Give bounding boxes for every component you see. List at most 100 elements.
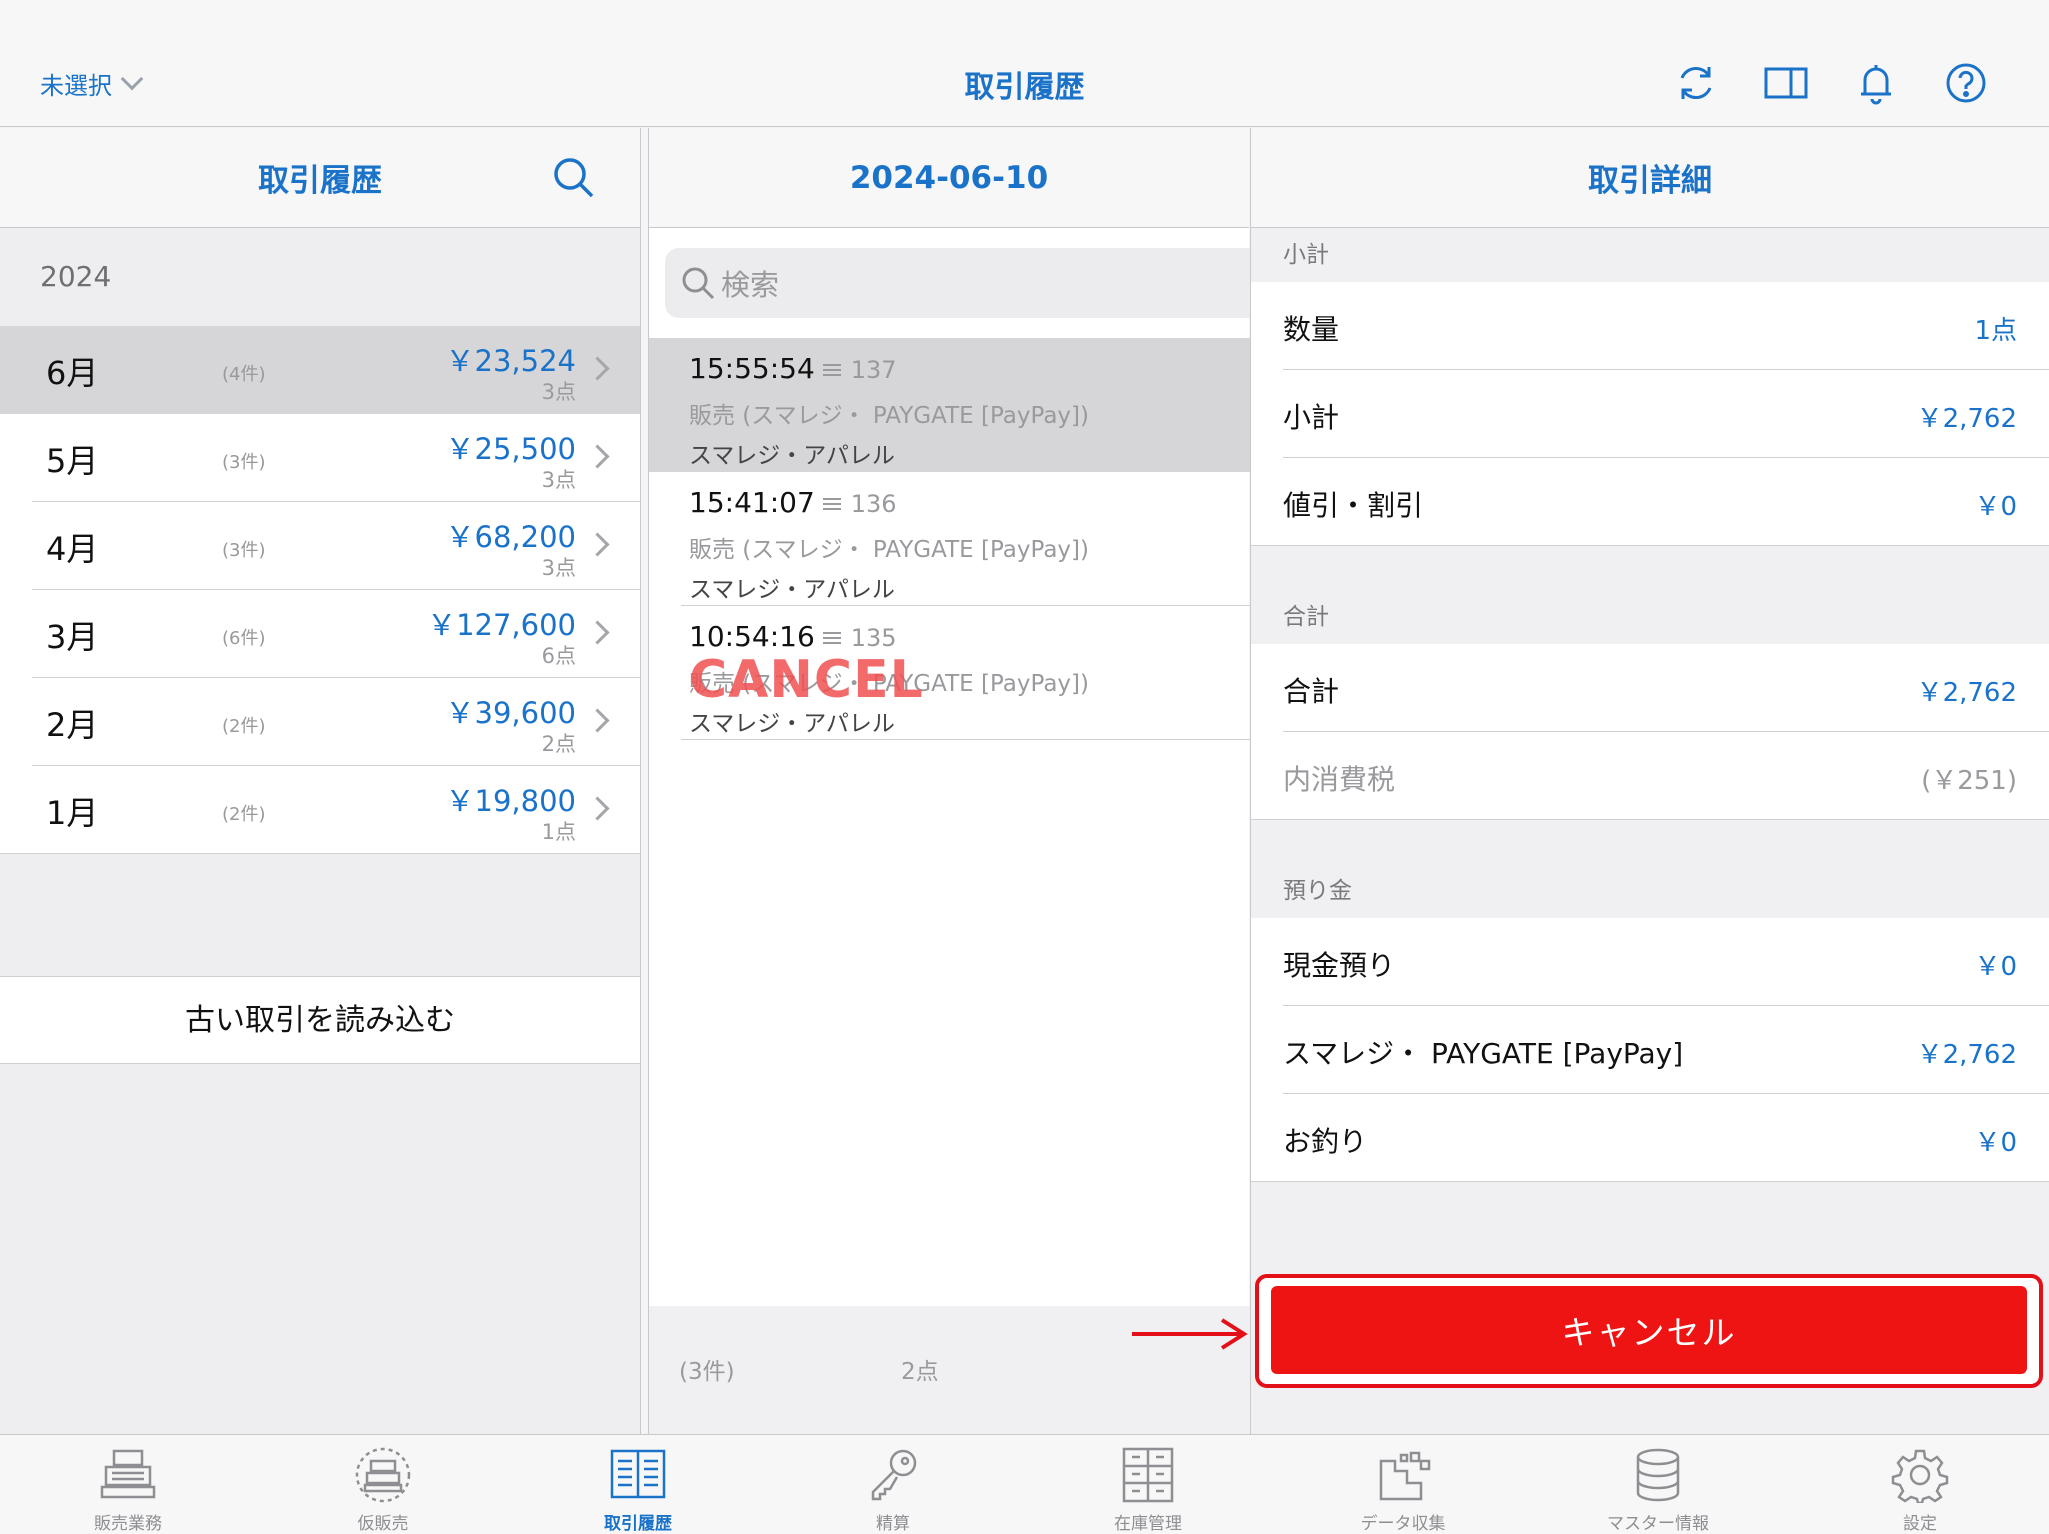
transaction-row[interactable]: 15:41:07 136 販売 (スマレジ・ PAYGATE [PayPay]) … xyxy=(649,472,1250,606)
section-label-total: 合計 xyxy=(1251,590,2049,644)
tab-label: 販売業務 xyxy=(94,1514,162,1534)
month-amount: ￥19,800 xyxy=(445,784,576,818)
chevron-right-icon xyxy=(585,708,610,733)
month-count: (3件) xyxy=(222,540,266,561)
search-icon[interactable] xyxy=(550,154,598,202)
month-row[interactable]: 1月 (2件) ￥19,800 1点 xyxy=(0,766,640,854)
tab-label: 設定 xyxy=(1903,1514,1937,1534)
month-points: 3点 xyxy=(541,380,576,404)
month-count: (2件) xyxy=(222,716,266,737)
receipt-number-icon xyxy=(822,629,841,647)
sync-icon[interactable] xyxy=(1673,60,1719,106)
month-row[interactable]: 4月 (3件) ￥68,200 3点 xyxy=(0,502,640,590)
month-name: 1月 xyxy=(46,794,99,832)
month-amount: ￥39,600 xyxy=(445,696,576,730)
book-icon xyxy=(610,1449,666,1499)
transaction-row[interactable]: 15:55:54 137 販売 (スマレジ・ PAYGATE [PayPay]) … xyxy=(649,338,1250,472)
transaction-payment: 販売 (スマレジ・ PAYGATE [PayPay]) xyxy=(689,537,1089,563)
paygate-label: スマレジ・ PAYGATE [PayPay] xyxy=(1283,1037,1684,1070)
month-count: (3件) xyxy=(222,452,266,473)
tab-history[interactable]: 取引履歴 xyxy=(548,1447,728,1534)
quantity-value: 1点 xyxy=(1974,316,2017,346)
tab-inventory[interactable]: 在庫管理 xyxy=(1058,1447,1238,1534)
cash-label: 現金預り xyxy=(1283,949,1396,982)
month-name: 6月 xyxy=(46,354,99,392)
month-points: 6点 xyxy=(541,644,576,668)
transaction-row[interactable]: 10:54:16 135 販売 (スマレジ・ PAYGATE [PayPay]) … xyxy=(649,606,1250,740)
month-list-panel: 取引履歴 2024 6月 (4件) ￥23,524 3点 5月 (3件) ￥25… xyxy=(0,128,641,1434)
transaction-list-panel: 2024-06-10 検索 15:55:54 137 販売 (スマレジ・ PAYG… xyxy=(648,128,1265,1434)
transaction-detail-panel: 取引詳細 小計 数量 1点 小計 ￥2,762 値引・割引 ￥0 合計 合計 ￥… xyxy=(1250,128,2049,1434)
month-amount: ￥68,200 xyxy=(445,520,576,554)
transaction-number: 137 xyxy=(850,356,897,384)
month-amount: ￥23,524 xyxy=(445,344,576,378)
tab-temporary-sales[interactable]: 仮販売 xyxy=(293,1447,473,1534)
tab-settings[interactable]: 設定 xyxy=(1830,1447,2010,1534)
search-placeholder: 検索 xyxy=(721,268,780,302)
tab-master-info[interactable]: マスター情報 xyxy=(1568,1447,1748,1534)
tax-label: 内消費税 xyxy=(1283,763,1396,796)
help-icon[interactable] xyxy=(1943,60,1989,106)
chevron-right-icon xyxy=(585,532,610,557)
search-icon xyxy=(682,267,715,300)
month-row[interactable]: 6月 (4件) ￥23,524 3点 xyxy=(0,326,640,414)
month-row[interactable]: 2月 (2件) ￥39,600 2点 xyxy=(0,678,640,766)
month-count: (2件) xyxy=(222,804,266,825)
arrow-right-icon xyxy=(1132,1318,1248,1350)
tab-label: マスター情報 xyxy=(1607,1514,1709,1534)
search-input[interactable]: 検索 xyxy=(665,248,1265,318)
year-label: 2024 xyxy=(40,260,112,293)
transaction-time: 15:55:54 xyxy=(689,352,815,385)
tab-label: 精算 xyxy=(876,1514,910,1534)
tab-label: 取引履歴 xyxy=(604,1514,672,1534)
database-icon xyxy=(1636,1448,1680,1502)
transaction-time: 10:54:16 xyxy=(689,620,815,653)
chevron-right-icon xyxy=(585,620,610,645)
tab-label: 在庫管理 xyxy=(1114,1514,1182,1534)
cancel-button[interactable]: キャンセル xyxy=(1271,1286,2027,1374)
transaction-store: スマレジ・アパレル xyxy=(689,711,895,737)
cash-value: ￥0 xyxy=(1974,952,2017,982)
key-icon xyxy=(871,1449,917,1501)
section-label-deposit: 預り金 xyxy=(1251,864,2049,918)
load-old-transactions-button[interactable]: 古い取引を読み込む xyxy=(0,976,640,1064)
month-row[interactable]: 5月 (3件) ￥25,500 3点 xyxy=(0,414,640,502)
detail-row-change: お釣り ￥0 xyxy=(1251,1094,2049,1182)
transaction-number: 136 xyxy=(850,490,897,518)
transaction-number: 135 xyxy=(850,624,897,652)
temporary-register-icon xyxy=(355,1447,411,1503)
month-points: 3点 xyxy=(541,556,576,580)
month-row[interactable]: 3月 (6件) ￥127,600 6点 xyxy=(0,590,640,678)
discount-value: ￥0 xyxy=(1974,492,2017,522)
bell-icon[interactable] xyxy=(1853,60,1899,106)
split-view-icon[interactable] xyxy=(1763,60,1809,106)
transaction-store: スマレジ・アパレル xyxy=(689,443,895,469)
tab-settlement[interactable]: 精算 xyxy=(803,1447,983,1534)
tab-bar: 販売業務 仮販売 取引履歴 精算 在庫管理 データ収集 マスター情報 設定 xyxy=(0,1434,2049,1534)
tax-value: (￥251) xyxy=(1921,766,2017,796)
transaction-payment: 販売 (スマレジ・ PAYGATE [PayPay]) xyxy=(689,403,1089,429)
footer-count: (3件) xyxy=(679,1359,735,1385)
date-header: 2024-06-10 xyxy=(649,128,1249,228)
cancel-stamp: CANCEL xyxy=(689,650,924,710)
discount-label: 値引・割引 xyxy=(1283,489,1424,522)
change-value: ￥0 xyxy=(1974,1128,2017,1158)
tab-label: データ収集 xyxy=(1360,1514,1446,1534)
register-icon xyxy=(100,1449,156,1499)
month-amount: ￥127,600 xyxy=(427,608,576,642)
month-name: 5月 xyxy=(46,442,99,480)
month-list-title: 取引履歴 xyxy=(258,163,382,199)
detail-row-discount: 値引・割引 ￥0 xyxy=(1251,458,2049,546)
subtotal-label: 小計 xyxy=(1283,401,1340,434)
quantity-label: 数量 xyxy=(1283,313,1340,346)
change-label: お釣り xyxy=(1283,1125,1368,1158)
section-label-subtotal: 小計 xyxy=(1251,228,2049,282)
tab-data-collection[interactable]: データ収集 xyxy=(1313,1447,1493,1534)
tab-sales[interactable]: 販売業務 xyxy=(38,1447,218,1534)
month-name: 4月 xyxy=(46,530,99,568)
tab-label: 仮販売 xyxy=(357,1514,409,1534)
top-bar: 未選択 取引履歴 xyxy=(0,0,2049,127)
cabinet-icon xyxy=(1122,1447,1174,1503)
month-count: (4件) xyxy=(222,364,266,385)
month-name: 2月 xyxy=(46,706,99,744)
